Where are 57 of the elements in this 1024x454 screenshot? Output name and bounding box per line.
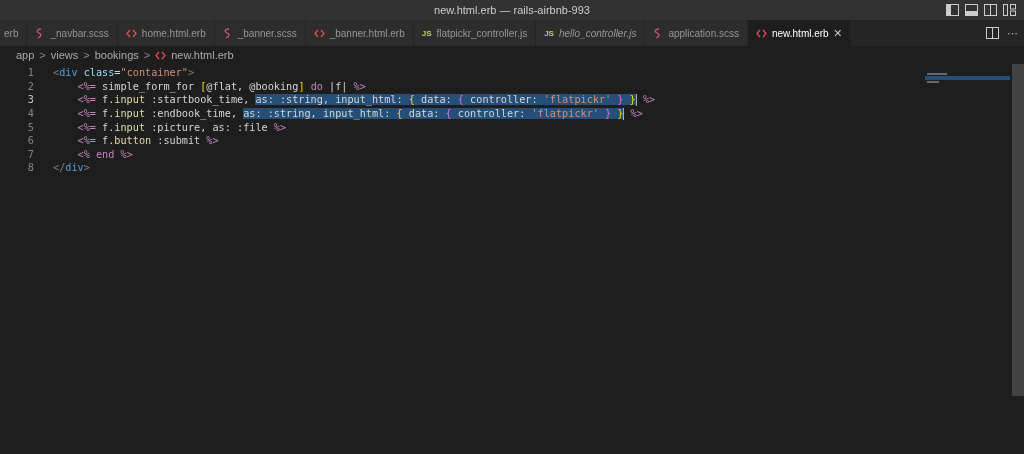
tab-label: home.html.erb — [141, 27, 206, 39]
editor-tab[interactable]: JS flatpickr_controller.js — [413, 20, 537, 46]
editor-tab[interactable]: _banner.scss — [214, 20, 306, 46]
tab-label: application.scss — [668, 27, 739, 39]
tab-label: new.html.erb — [772, 27, 829, 39]
code-file-icon — [756, 28, 767, 38]
line-number: 8 — [26, 162, 35, 174]
line-number: 4 — [26, 108, 35, 120]
breadcrumb-separator: > — [83, 49, 90, 61]
code-line: <%= f.input :startbook_time, as: :string, input_html: { data: { controller: 'flatpickr' } } %> — [76, 94, 656, 106]
breadcrumb-separator: > — [143, 49, 151, 61]
sidebar-toggle-icon[interactable] — [946, 4, 959, 16]
editor-tab[interactable]: application.scss — [645, 20, 748, 46]
breadcrumb-item[interactable]: views — [50, 49, 79, 61]
window-title: new.html.erb — rails-airbnb-993 — [434, 4, 590, 16]
tab-label: _banner.scss — [237, 27, 297, 39]
js-file-icon: JS — [421, 28, 432, 38]
code-file-icon — [313, 28, 325, 38]
minimap[interactable] — [925, 72, 1010, 86]
code-file-icon — [155, 50, 167, 60]
line-number: 7 — [26, 148, 35, 160]
tab-label: _banner.html.erb — [329, 27, 405, 39]
editor-tab[interactable]: new.html.erb × — [748, 20, 851, 46]
line-number: 5 — [26, 121, 35, 133]
tab-label: erb — [4, 27, 19, 39]
editor-tab[interactable]: home.html.erb — [117, 20, 215, 46]
breadcrumb-item[interactable]: bookings — [94, 49, 139, 61]
code-line: <%= simple_form_for [@flat, @booking] do |f| %> — [76, 80, 366, 92]
scrollbar[interactable] — [1012, 64, 1024, 396]
split-editor-icon[interactable] — [986, 27, 999, 39]
layout-grid-icon[interactable] — [1003, 4, 1016, 16]
breadcrumb-separator: > — [39, 49, 46, 61]
code-line: <%= f.input :picture, as: :file %> — [76, 121, 287, 133]
panel-toggle-icon[interactable] — [965, 4, 978, 16]
close-icon[interactable]: × — [833, 25, 842, 41]
code-line: <%= f.button :submit %> — [76, 135, 219, 147]
line-number: 1 — [26, 67, 35, 79]
editor-tab[interactable]: JS hello_controller.js — [536, 20, 646, 46]
code-line: <% end %> — [76, 148, 133, 160]
js-file-icon: JS — [544, 28, 554, 38]
breadcrumb-item[interactable]: new.html.erb — [171, 49, 234, 61]
line-number: 2 — [26, 80, 35, 92]
editor-tab[interactable]: erb — [0, 20, 28, 46]
line-number: 3 — [26, 94, 35, 106]
more-actions-icon[interactable]: ··· — [1007, 27, 1018, 39]
code-line: </div> — [53, 162, 90, 174]
line-number: 6 — [26, 135, 35, 147]
editor-tab[interactable]: _banner.html.erb — [305, 20, 414, 46]
tab-label: flatpickr_controller.js — [436, 27, 528, 39]
tab-label: hello_controller.js — [558, 27, 637, 39]
code-file-icon — [125, 28, 137, 38]
code-line: <%= f.input :endbook_time, as: :string, input_html: { data: { controller: 'flatpickr' } } %> — [76, 107, 643, 120]
code-line: <div class="container"> — [53, 67, 195, 79]
split-layout-icon[interactable] — [984, 4, 997, 16]
breadcrumb-item[interactable]: app — [16, 49, 35, 61]
tab-label: _navbar.scss — [50, 27, 109, 39]
editor-tab[interactable]: _navbar.scss — [27, 20, 118, 46]
